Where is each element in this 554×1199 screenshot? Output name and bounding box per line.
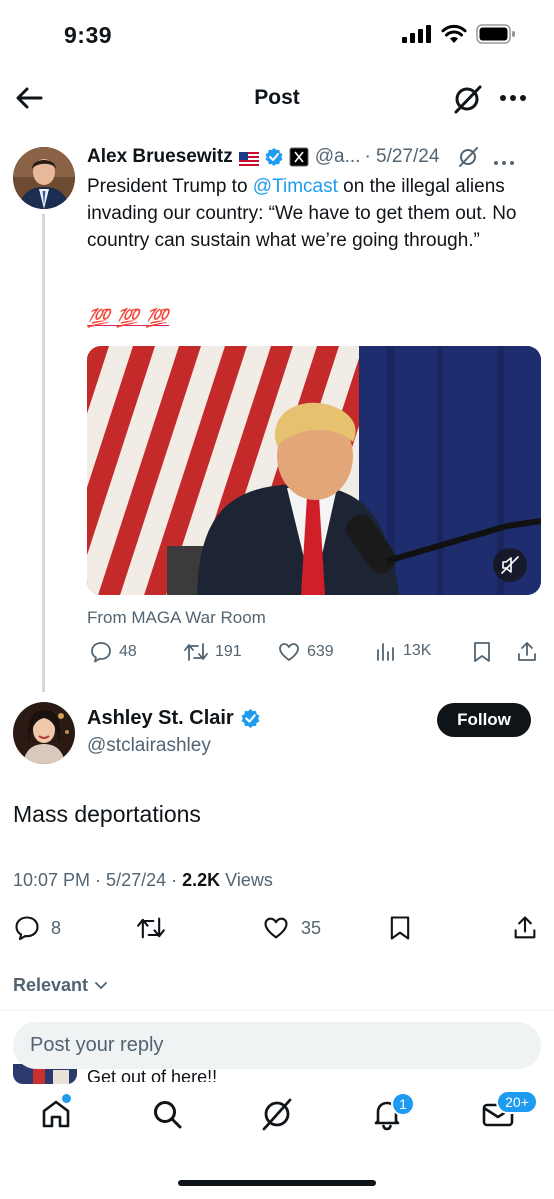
post-date: · 5/27/24 · (95, 870, 178, 890)
sort-dropdown[interactable]: Relevant (13, 975, 108, 996)
reply-icon (91, 642, 111, 663)
reply-input[interactable]: Post your reply (13, 1022, 541, 1069)
media-source[interactable]: From MAGA War Room (87, 608, 266, 628)
tab-home[interactable] (38, 1094, 74, 1132)
views-count: 13K (403, 642, 432, 659)
like-count: 639 (307, 643, 334, 660)
sort-label: Relevant (13, 975, 89, 995)
tab-grok[interactable] (259, 1096, 295, 1132)
parent-post-header: Alex Bruesewitz @a... · 5/27/24 (87, 145, 515, 169)
video-media[interactable] (87, 346, 541, 595)
divider (0, 1010, 554, 1011)
grok-icon[interactable] (452, 84, 484, 114)
reply-count: 8 (51, 917, 62, 938)
status-time: 9:39 (64, 22, 113, 48)
post-views-count[interactable]: 2.2K (182, 870, 220, 890)
post-action-bar: 8 35 (13, 912, 541, 946)
avatar[interactable] (13, 147, 75, 209)
notifications-badge: 1 (391, 1092, 415, 1116)
thread-line (42, 214, 45, 692)
heart-icon (279, 643, 299, 661)
author-name-row: Ashley St. Clair (87, 707, 261, 730)
verified-badge-icon (241, 709, 260, 728)
parent-post-date: · 5/27/24 (364, 146, 440, 167)
home-indicator (178, 1180, 376, 1186)
us-flag-icon (238, 150, 259, 166)
parent-action-bar: 48 191 639 13K (87, 640, 541, 666)
more-horizontal-icon[interactable] (493, 152, 515, 165)
parent-author-handle[interactable]: @a... (315, 146, 361, 168)
messages-badge: 20+ (496, 1090, 538, 1114)
hundred-emoji: 💯 💯 💯 (87, 308, 170, 328)
parent-post-text: President Trump to @Timcast on the illeg… (87, 173, 527, 254)
affiliate-x-badge-icon (289, 147, 309, 167)
avatar[interactable] (13, 702, 75, 764)
verified-badge-icon (264, 147, 284, 167)
reply-icon (15, 916, 39, 941)
repost-action[interactable]: 191 (183, 640, 242, 664)
chevron-down-icon (95, 981, 107, 989)
share-icon[interactable] (511, 914, 539, 942)
battery-icon (476, 24, 515, 44)
like-action[interactable]: 639 (277, 640, 334, 664)
parent-text-before: President Trump to (87, 176, 253, 197)
post-views-label: Views (225, 870, 273, 890)
author-name[interactable]: Ashley St. Clair (87, 707, 234, 730)
tab-messages[interactable]: 20+ (480, 1090, 538, 1132)
speaker-muted-icon (501, 556, 519, 574)
follow-button[interactable]: Follow (437, 703, 531, 737)
parent-author-name[interactable]: Alex Bruesewitz (87, 146, 233, 168)
repost-icon (184, 643, 208, 661)
heart-icon (264, 917, 288, 939)
tab-notifications[interactable]: 1 (369, 1092, 415, 1132)
views-action[interactable]: 13K (375, 640, 431, 662)
status-icons (402, 24, 516, 44)
reply-action[interactable]: 48 (89, 640, 137, 664)
grok-icon[interactable] (457, 146, 479, 168)
reply-placeholder: Post your reply (30, 1034, 164, 1056)
mute-button[interactable] (493, 548, 527, 582)
post-time: 10:07 PM (13, 870, 91, 890)
post-text: Mass deportations (13, 801, 201, 827)
bookmark-icon[interactable] (471, 640, 493, 664)
analytics-icon (377, 643, 394, 661)
reply-action[interactable]: 8 (13, 914, 61, 942)
more-horizontal-icon[interactable] (498, 88, 528, 108)
post-meta: 10:07 PM · 5/27/24 · 2.2K Views (13, 870, 273, 891)
share-icon[interactable] (515, 640, 539, 664)
mention-link[interactable]: @Timcast (253, 176, 338, 197)
repost-icon[interactable] (135, 914, 167, 942)
bookmark-icon[interactable] (387, 914, 413, 942)
author-handle[interactable]: @stclairashley (87, 735, 211, 757)
home-unread-dot (62, 1094, 71, 1103)
search-icon (154, 1101, 182, 1129)
reply-count: 48 (119, 643, 137, 660)
wifi-icon (441, 24, 467, 43)
grok-icon (262, 1098, 292, 1131)
tab-search[interactable] (149, 1096, 185, 1132)
cellular-signal-icon (402, 25, 431, 43)
like-action[interactable]: 35 (261, 914, 321, 942)
repost-count: 191 (215, 643, 242, 660)
like-count: 35 (301, 917, 322, 938)
